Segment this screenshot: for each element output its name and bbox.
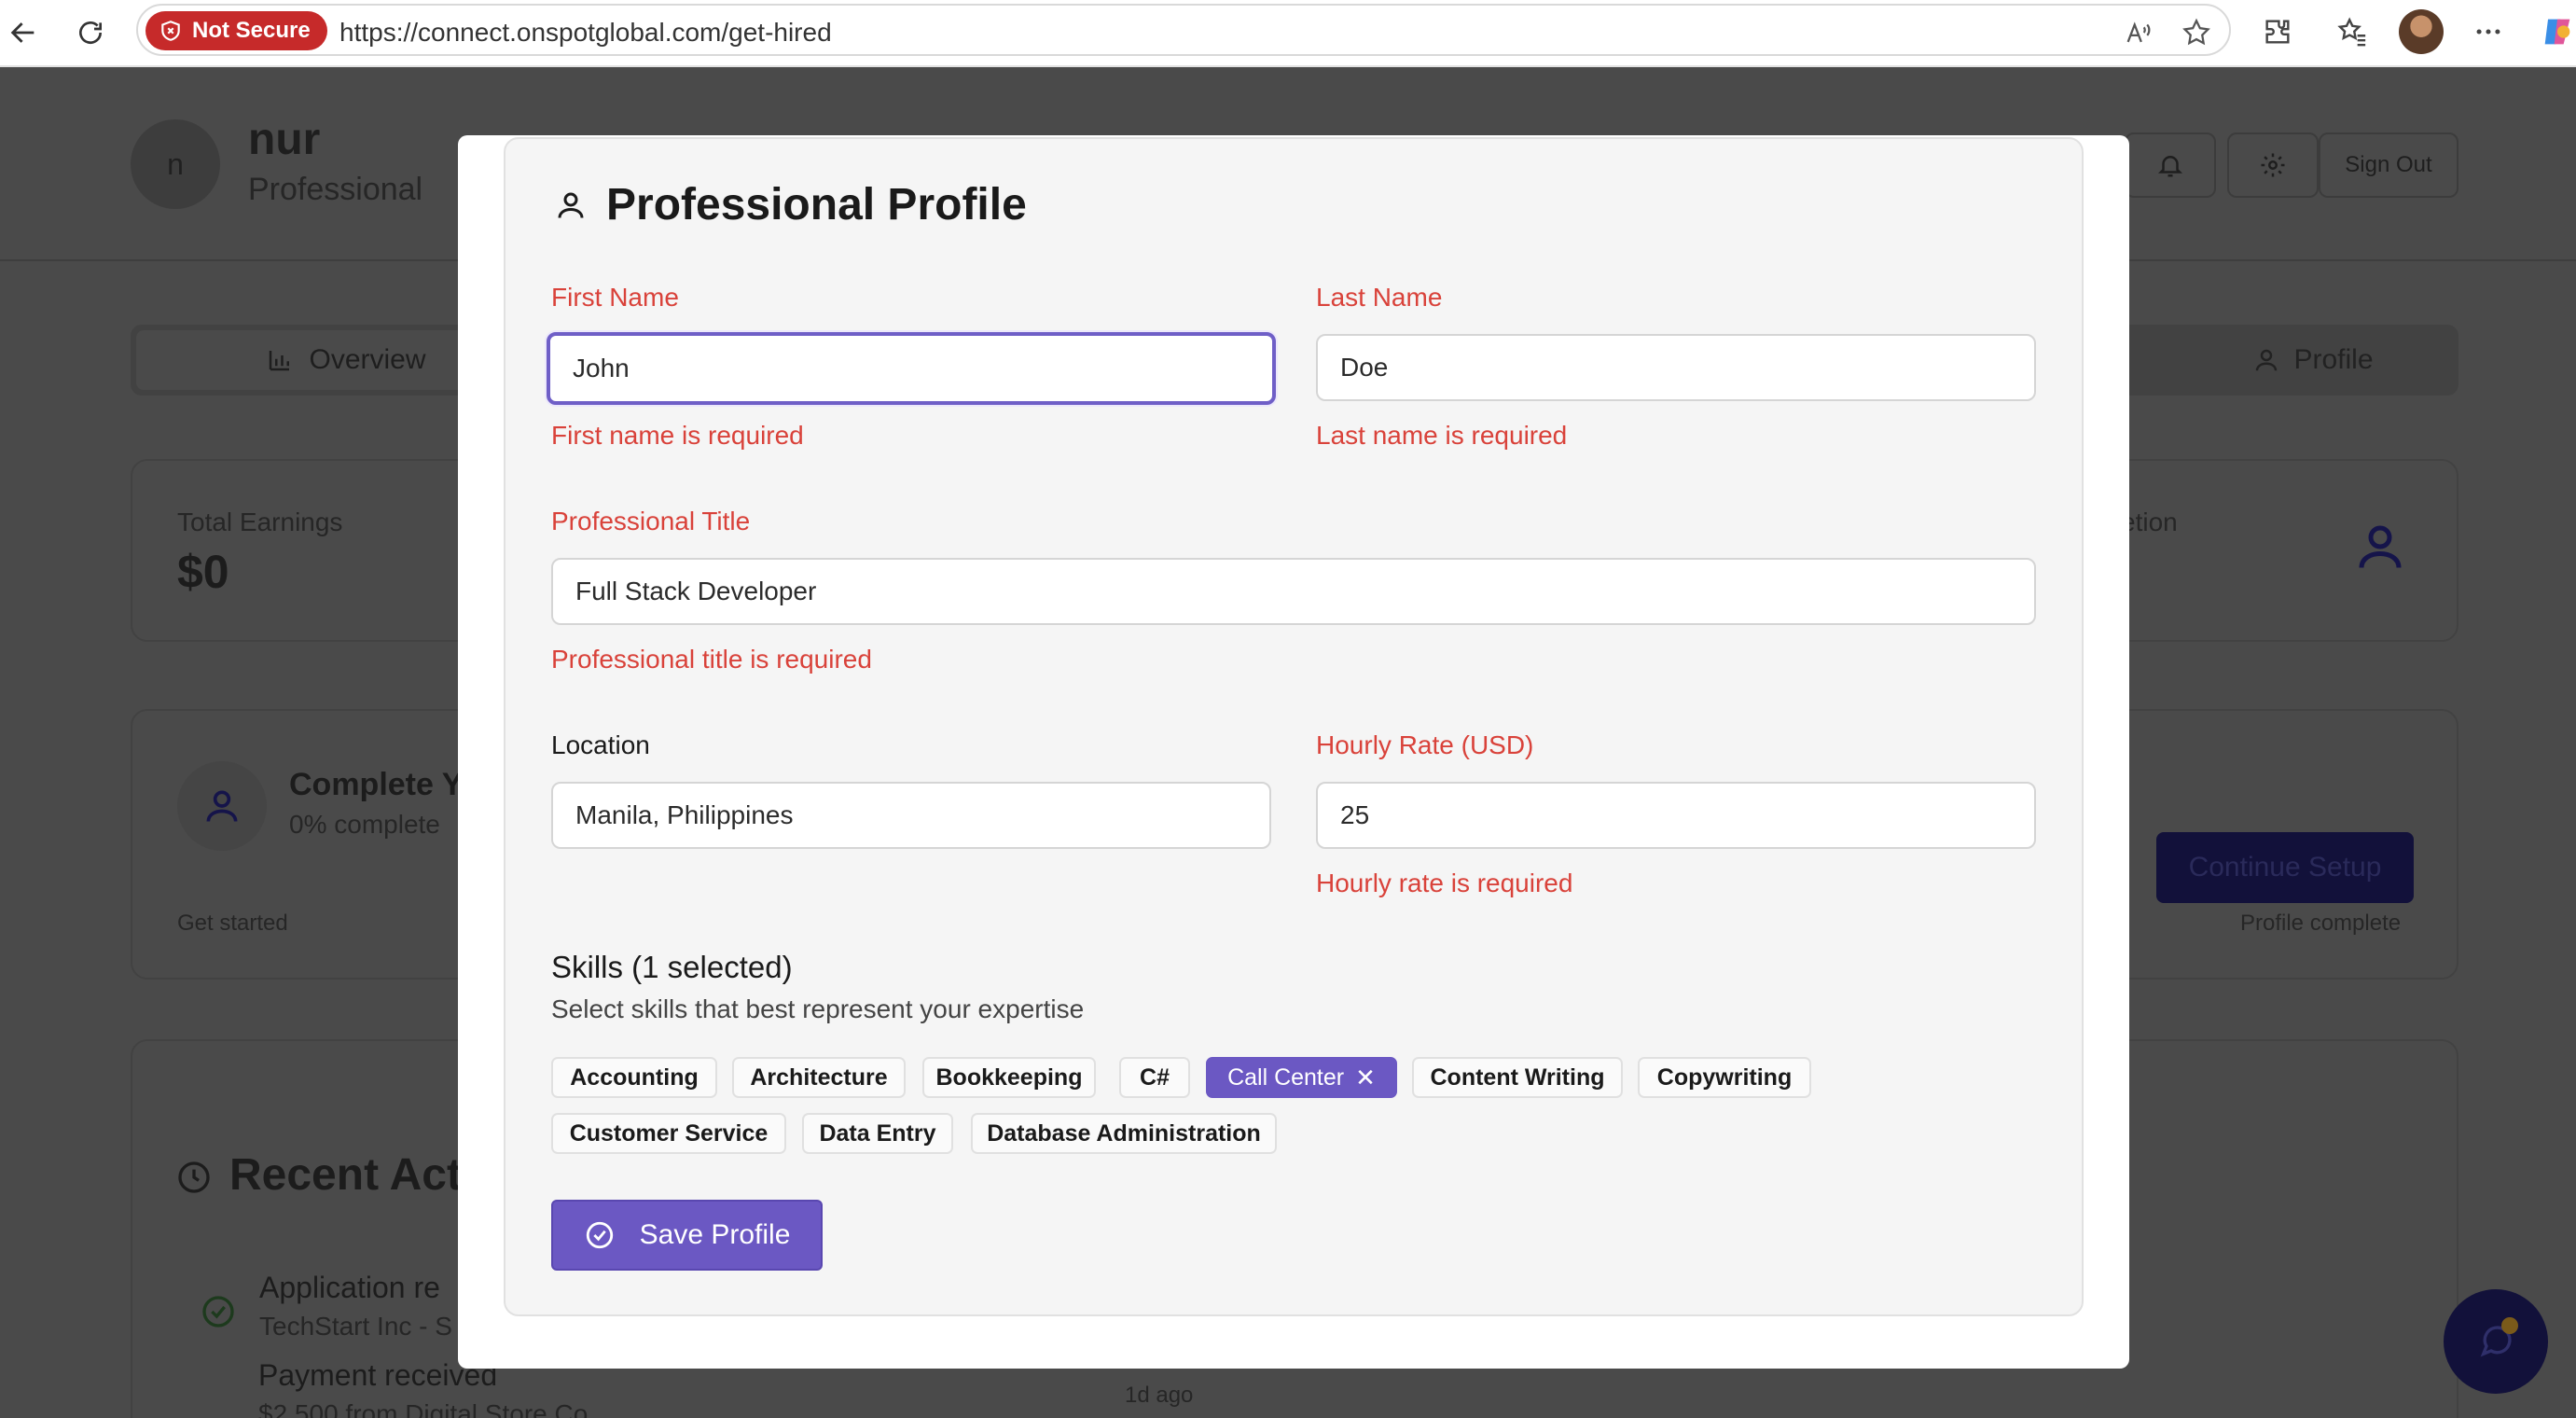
modal-title-text: Professional Profile (606, 180, 1027, 229)
user-role: Professional (248, 172, 423, 207)
bar-chart-icon (270, 351, 290, 371)
sign-out-button[interactable]: Sign Out (2319, 132, 2458, 198)
setup-progress-text: 0% complete (289, 810, 440, 839)
clock-icon (178, 1161, 210, 1193)
user-icon (558, 192, 584, 218)
user-icon (2256, 349, 2278, 371)
not-secure-label: Not Secure (192, 18, 311, 43)
tab-overview-label: Overview (309, 344, 426, 375)
last-name-label: Last Name (1316, 283, 1443, 312)
settings-button[interactable] (2227, 132, 2319, 198)
remove-skill-icon[interactable]: ✕ (1355, 1064, 1376, 1092)
skill-chip-data-entry[interactable]: Data Entry (802, 1113, 953, 1154)
skill-chip-content-writing[interactable]: Content Writing (1412, 1057, 1623, 1098)
more-options-icon[interactable] (2470, 13, 2507, 50)
back-arrow-icon[interactable] (2, 11, 45, 54)
user-icon (206, 790, 238, 822)
setup-title: Complete Yo (289, 767, 480, 802)
check-circle-icon (586, 1221, 613, 1249)
favorite-star-icon[interactable] (2181, 17, 2212, 49)
skill-chip-copywriting[interactable]: Copywriting (1638, 1057, 1811, 1098)
setup-avatar (177, 761, 267, 851)
not-secure-badge[interactable]: Not Secure (145, 11, 327, 50)
activity-subtitle: $2,500 from Digital Store Co (258, 1399, 589, 1418)
profile-complete-label: Profile complete (2240, 911, 2402, 936)
first-name-error: First name is required (551, 421, 804, 450)
read-aloud-icon[interactable] (2123, 17, 2154, 49)
url-text[interactable]: https://connect.onspotglobal.com/get-hir… (339, 18, 832, 48)
user-avatar: n (131, 119, 220, 209)
skill-chip-call-center[interactable]: Call Center ✕ (1206, 1057, 1397, 1098)
last-name-error: Last name is required (1316, 421, 1568, 450)
location-label: Location (551, 730, 650, 759)
profile-avatar[interactable] (2399, 9, 2444, 54)
save-profile-label: Save Profile (639, 1219, 791, 1250)
professional-title-error: Professional title is required (551, 645, 872, 674)
user-name: nur (248, 115, 321, 164)
address-bar[interactable]: Not Secure https://connect.onspotglobal.… (136, 4, 2231, 56)
user-icon (2359, 525, 2402, 568)
check-circle-icon (202, 1296, 234, 1328)
chat-button[interactable] (2444, 1289, 2548, 1394)
last-name-input[interactable] (1316, 334, 2036, 401)
professional-title-input[interactable] (551, 558, 2036, 625)
first-name-input[interactable] (547, 332, 1276, 405)
activity-time: 1d ago (1125, 1383, 1194, 1408)
skill-chip-call-center-label: Call Center (1227, 1064, 1345, 1091)
skill-chip-customer-service[interactable]: Customer Service (551, 1113, 786, 1154)
browser-toolbar: Not Secure https://connect.onspotglobal.… (0, 0, 2576, 67)
tab-profile-label: Profile (2293, 344, 2374, 375)
first-name-label: First Name (551, 283, 679, 312)
bell-icon (2157, 156, 2183, 177)
extensions-icon[interactable] (2259, 13, 2296, 50)
completion-label: etion (2121, 507, 2178, 536)
hourly-rate-error: Hourly rate is required (1316, 869, 1573, 897)
reload-icon[interactable] (69, 11, 112, 54)
skill-chip-csharp[interactable]: C# (1119, 1057, 1190, 1098)
copilot-icon[interactable] (2539, 13, 2576, 50)
skill-chip-architecture[interactable]: Architecture (732, 1057, 906, 1098)
save-profile-button[interactable]: Save Profile (551, 1200, 823, 1271)
shield-warning-icon (161, 21, 180, 41)
skill-chip-accounting[interactable]: Accounting (551, 1057, 717, 1098)
notification-dot (2501, 1317, 2518, 1334)
tab-profile[interactable]: Profile (2192, 330, 2434, 390)
skills-heading: Skills (1 selected) (551, 950, 793, 984)
continue-setup-button[interactable]: Continue Setup (2156, 832, 2414, 903)
favorites-icon[interactable] (2334, 13, 2371, 50)
modal-title: Professional Profile (554, 179, 1027, 230)
activity-subtitle: TechStart Inc - S (259, 1312, 452, 1341)
activity-title: Application re (259, 1271, 440, 1304)
get-started-label: Get started (177, 911, 288, 936)
skill-chip-bookkeeping[interactable]: Bookkeeping (922, 1057, 1096, 1098)
hourly-rate-label: Hourly Rate (USD) (1316, 730, 1534, 759)
notifications-button[interactable] (2125, 132, 2216, 198)
skill-chip-database-administration[interactable]: Database Administration (971, 1113, 1277, 1154)
recent-activity-title: Recent Acti (229, 1150, 475, 1200)
gear-icon (2261, 153, 2285, 177)
skills-subtitle: Select skills that best represent your e… (551, 994, 1085, 1023)
hourly-rate-input[interactable] (1316, 782, 2036, 849)
earnings-value: $0 (177, 546, 229, 598)
professional-title-label: Professional Title (551, 507, 751, 535)
location-input[interactable] (551, 782, 1271, 849)
earnings-label: Total Earnings (177, 507, 343, 536)
